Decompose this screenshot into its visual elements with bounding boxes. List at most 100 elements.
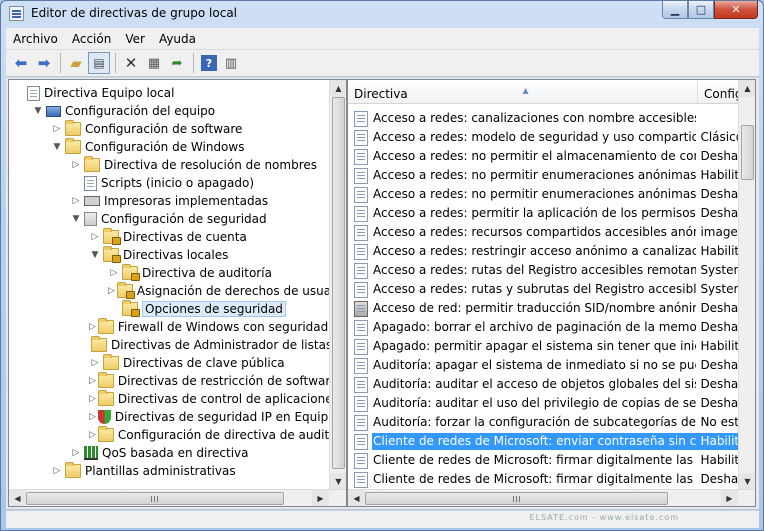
policy-row[interactable]: Acceso a redes: no permitir enumeracione… <box>348 166 740 185</box>
tree-node[interactable]: ▷ Directivas de cuenta <box>9 228 329 246</box>
tree-horizontal-scrollbar[interactable]: ◀ ▶ <box>9 489 346 506</box>
menu-ayuda[interactable]: Ayuda <box>152 32 203 46</box>
policy-row[interactable]: Acceso a redes: canalizaciones con nombr… <box>348 109 740 128</box>
list-scroll-thumb[interactable] <box>741 125 754 180</box>
policy-row[interactable]: Auditoría: auditar el uso del privilegio… <box>348 394 740 413</box>
policy-row[interactable]: Acceso a redes: permitir la aplicación d… <box>348 204 740 223</box>
server-policy-icon <box>354 300 368 317</box>
tree-node-label: Firewall de Windows con seguridad avan <box>117 320 347 334</box>
list-hscroll-thumb[interactable] <box>365 492 668 505</box>
policy-row[interactable]: Acceso a redes: no permitir enumeracione… <box>348 185 740 204</box>
policy-row[interactable]: Acceso a redes: no permitir el almacenam… <box>348 147 740 166</box>
menu-ver[interactable]: Ver <box>118 32 152 46</box>
tree-node[interactable]: ▷ Plantillas administrativas <box>9 462 329 480</box>
tree-node[interactable]: Scripts (inicio o apagado) <box>9 174 329 192</box>
collapse-arrow-icon[interactable]: ▼ <box>89 246 101 264</box>
maximize-button[interactable]: □ <box>688 1 714 19</box>
expand-arrow-icon[interactable]: ▷ <box>51 462 63 480</box>
sort-ascending-icon: ▲ <box>522 86 529 95</box>
list-vertical-scrollbar[interactable]: ▲ ▼ <box>738 80 755 490</box>
up-folder-icon[interactable]: ▰ <box>65 52 87 74</box>
policy-row[interactable]: Acceso a redes: rutas del Registro acces… <box>348 261 740 280</box>
scroll-right-icon[interactable]: ▶ <box>312 490 329 506</box>
policy-row[interactable]: Apagado: borrar el archivo de paginación… <box>348 318 740 337</box>
tree-node[interactable]: ▷ Directivas de control de aplicaciones <box>9 390 339 408</box>
tree-node[interactable]: Opciones de seguridad <box>9 300 329 318</box>
filter-icon[interactable]: ▥ <box>220 52 242 74</box>
expand-arrow-icon[interactable]: ▷ <box>70 156 82 174</box>
expand-arrow-icon[interactable]: ▷ <box>108 282 115 300</box>
tree-node[interactable]: ▼ Configuración del equipo <box>9 102 329 120</box>
tree-node[interactable]: ▷ Asignación de derechos de usuario <box>9 282 346 300</box>
policy-row[interactable]: Auditoría: apagar el sistema de inmediat… <box>348 356 740 375</box>
properties-icon[interactable]: ▦ <box>143 52 165 74</box>
menu-archivo[interactable]: Archivo <box>6 32 65 46</box>
scroll-up-icon[interactable]: ▲ <box>739 80 755 97</box>
tree-node[interactable]: ▷ Configuración de directiva de auditoría… <box>9 426 346 444</box>
policy-row[interactable]: Auditoría: auditar el acceso de objetos … <box>348 375 740 394</box>
policy-row[interactable]: Acceso a redes: restringir acceso anónim… <box>348 242 740 261</box>
policy-row[interactable]: Acceso a redes: modelo de seguridad y us… <box>348 128 740 147</box>
policy-row[interactable]: Cliente de redes de Microsoft: firmar di… <box>348 470 740 489</box>
scroll-up-icon[interactable]: ▲ <box>330 80 346 97</box>
tree-node[interactable]: ▷ Directivas de restricción de software <box>9 372 337 390</box>
export-list-icon[interactable]: ➦ <box>166 52 188 74</box>
title-bar[interactable]: Editor de directivas de grupo local ▁ □ … <box>1 1 763 28</box>
tree-node[interactable]: ▼ Configuración de Windows <box>9 138 329 156</box>
expand-arrow-icon[interactable]: ▷ <box>89 372 96 390</box>
tree-node[interactable]: Directivas de Administrador de listas de… <box>9 336 346 354</box>
expand-arrow-icon[interactable]: ▷ <box>89 354 101 372</box>
tree-node[interactable]: Directiva Equipo local <box>9 84 329 102</box>
tree-scroll-thumb[interactable] <box>332 97 345 469</box>
policy-row[interactable]: Auditoría: forzar la configuración de su… <box>348 413 740 432</box>
help-icon[interactable]: ? <box>201 55 217 71</box>
scroll-left-icon[interactable]: ◀ <box>348 490 365 506</box>
collapse-arrow-icon[interactable]: ▼ <box>51 138 63 156</box>
expand-arrow-icon[interactable]: ▷ <box>89 228 101 246</box>
tree-node[interactable]: ▷ Directiva de resolución de nombres <box>9 156 329 174</box>
tree-vertical-scrollbar[interactable]: ▲ ▼ <box>329 80 346 490</box>
expand-arrow-icon[interactable]: ▷ <box>51 120 63 138</box>
policy-row[interactable]: Acceso de red: permitir traducción SID/n… <box>348 299 740 318</box>
tree-node[interactable]: ▷ QoS basada en directiva <box>9 444 329 462</box>
minimize-button[interactable]: ▁ <box>662 1 688 19</box>
tree-node[interactable]: ▷ Directivas de seguridad IP en Equipo lo… <box>9 408 346 426</box>
scroll-right-icon[interactable]: ▶ <box>721 490 738 506</box>
tree-node[interactable]: ▼ Configuración de seguridad <box>9 210 329 228</box>
policy-icon <box>354 224 368 241</box>
expand-arrow-icon[interactable]: ▷ <box>89 318 96 336</box>
policy-row[interactable]: Apagado: permitir apagar el sistema sin … <box>348 337 740 356</box>
collapse-arrow-icon[interactable]: ▼ <box>70 210 82 228</box>
list-horizontal-scrollbar[interactable]: ◀ ▶ <box>348 489 755 506</box>
expand-arrow-icon[interactable]: ▷ <box>89 390 96 408</box>
policy-row[interactable]: Acceso a redes: rutas y subrutas del Reg… <box>348 280 740 299</box>
policy-row[interactable]: Cliente de redes de Microsoft: firmar di… <box>348 451 740 470</box>
expand-arrow-icon[interactable]: ▷ <box>70 192 82 210</box>
policy-row[interactable]: Acceso a redes: recursos compartidos acc… <box>348 223 740 242</box>
show-hide-tree-icon[interactable]: ▤ <box>88 52 110 74</box>
back-icon[interactable]: ⬅ <box>10 52 32 74</box>
policy-row[interactable]: Cliente de redes de Microsoft: enviar co… <box>348 432 740 451</box>
tree-node[interactable]: ▷ Configuración de software <box>9 120 329 138</box>
tree-node[interactable]: ▷ Directivas de clave pública <box>9 354 329 372</box>
column-header-directiva[interactable]: ▲ Directiva <box>348 80 698 104</box>
tree-hscroll-thumb[interactable] <box>26 492 284 505</box>
scroll-down-icon[interactable]: ▼ <box>739 473 755 490</box>
tree-node[interactable]: ▷ Firewall de Windows con seguridad avan <box>9 318 346 336</box>
expand-arrow-icon[interactable]: ▷ <box>70 444 82 462</box>
expand-arrow-icon[interactable]: ▷ <box>89 408 96 426</box>
scroll-left-icon[interactable]: ◀ <box>9 490 26 506</box>
close-button[interactable]: ✕ <box>714 1 758 19</box>
tree-node[interactable]: ▼ Directivas locales <box>9 246 329 264</box>
forward-icon[interactable]: ➡ <box>33 52 55 74</box>
expand-arrow-icon[interactable]: ▷ <box>108 264 120 282</box>
delete-icon[interactable]: ✕ <box>120 52 142 74</box>
tree-node[interactable]: ▷ Impresoras implementadas <box>9 192 329 210</box>
menu-accion[interactable]: Acción <box>65 32 118 46</box>
expand-arrow-icon[interactable]: ▷ <box>89 426 96 444</box>
scroll-down-icon[interactable]: ▼ <box>330 473 346 490</box>
tree-node[interactable]: ▷ Directiva de auditoría <box>9 264 329 282</box>
column-header-configuracion[interactable]: Configu <box>698 80 740 104</box>
collapse-arrow-icon[interactable]: ▼ <box>32 102 44 120</box>
tree-node-label: Directiva de auditoría <box>142 266 272 280</box>
